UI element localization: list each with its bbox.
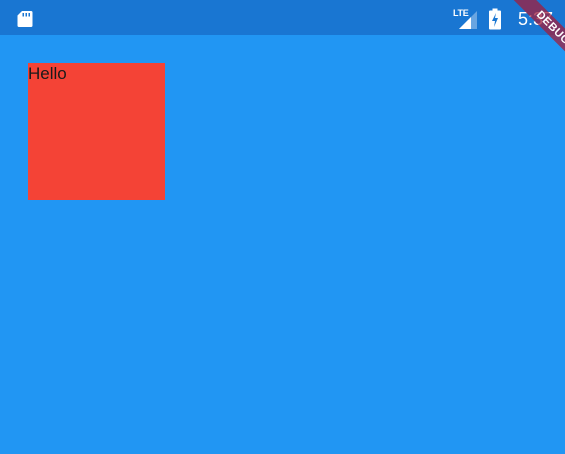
battery-charging-icon (489, 8, 501, 30)
red-container: Hello (28, 63, 165, 200)
status-bar: LTE 5:37 (0, 0, 565, 35)
sd-card-icon (17, 11, 33, 27)
lte-signal-icon: LTE (453, 8, 479, 30)
hello-text: Hello (28, 64, 67, 83)
status-clock: 5:37 (518, 9, 554, 29)
